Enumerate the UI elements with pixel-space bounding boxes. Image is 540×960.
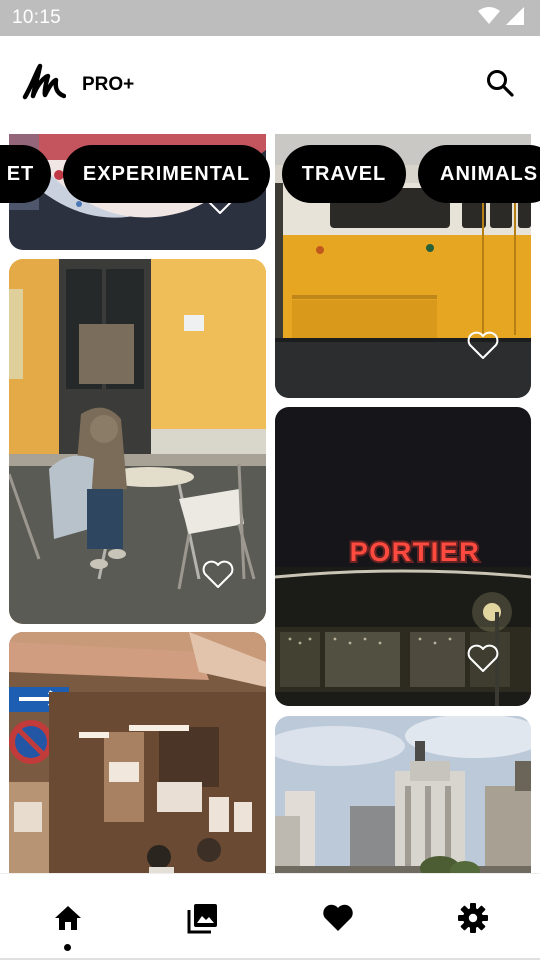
cellular-signal-icon	[506, 6, 524, 30]
photo-card-cafe[interactable]	[9, 259, 266, 624]
gear-icon	[457, 902, 489, 939]
photo-feed[interactable]: PORTIER PORTIER ET EXPERIMENTAL TRAVEL A…	[0, 134, 540, 873]
app-screen: 10:15 PRO+ PORTIER PORTIER ET EXPERIMENT…	[0, 0, 540, 960]
heart-filled-icon	[322, 904, 354, 937]
app-header: PRO+	[0, 36, 540, 134]
nav-gallery[interactable]	[183, 900, 223, 940]
status-time: 10:15	[12, 7, 62, 28]
photo-card-market[interactable]	[9, 632, 266, 873]
category-chip-animals[interactable]: ANIMALS	[418, 145, 540, 203]
nav-home[interactable]	[48, 900, 88, 940]
search-button[interactable]	[482, 67, 518, 103]
category-chip-experimental[interactable]: EXPERIMENTAL	[63, 145, 270, 203]
status-bar: 10:15	[0, 0, 540, 36]
wifi-icon	[478, 6, 500, 30]
bottom-navigation	[0, 873, 540, 960]
category-chip-label: ANIMALS	[440, 162, 539, 185]
pro-plus-label: PRO+	[82, 74, 135, 95]
category-chip-travel[interactable]: TRAVEL	[282, 145, 406, 203]
heart-outline-icon[interactable]	[201, 559, 235, 589]
neon-sign-text: PORTIER	[350, 537, 481, 567]
logo[interactable]: PRO+	[22, 63, 134, 108]
photo-market-street	[9, 632, 266, 873]
category-chip-label: ET	[6, 162, 35, 185]
nav-favorites[interactable]	[318, 900, 358, 940]
category-chip-label: TRAVEL	[301, 162, 387, 185]
home-icon	[53, 904, 83, 937]
photo-card-portier[interactable]: PORTIER PORTIER	[275, 407, 531, 706]
nav-settings[interactable]	[453, 900, 493, 940]
category-chip-label: EXPERIMENTAL	[82, 162, 251, 185]
heart-outline-icon[interactable]	[466, 643, 500, 673]
active-nav-indicator	[64, 944, 71, 951]
photo-library-icon	[187, 902, 219, 939]
status-icons	[478, 6, 524, 30]
signature-logo-icon	[22, 63, 67, 108]
photo-card-city[interactable]	[275, 716, 531, 873]
heart-outline-icon[interactable]	[466, 330, 500, 360]
photo-city-buildings	[275, 716, 531, 873]
search-icon	[486, 69, 514, 102]
